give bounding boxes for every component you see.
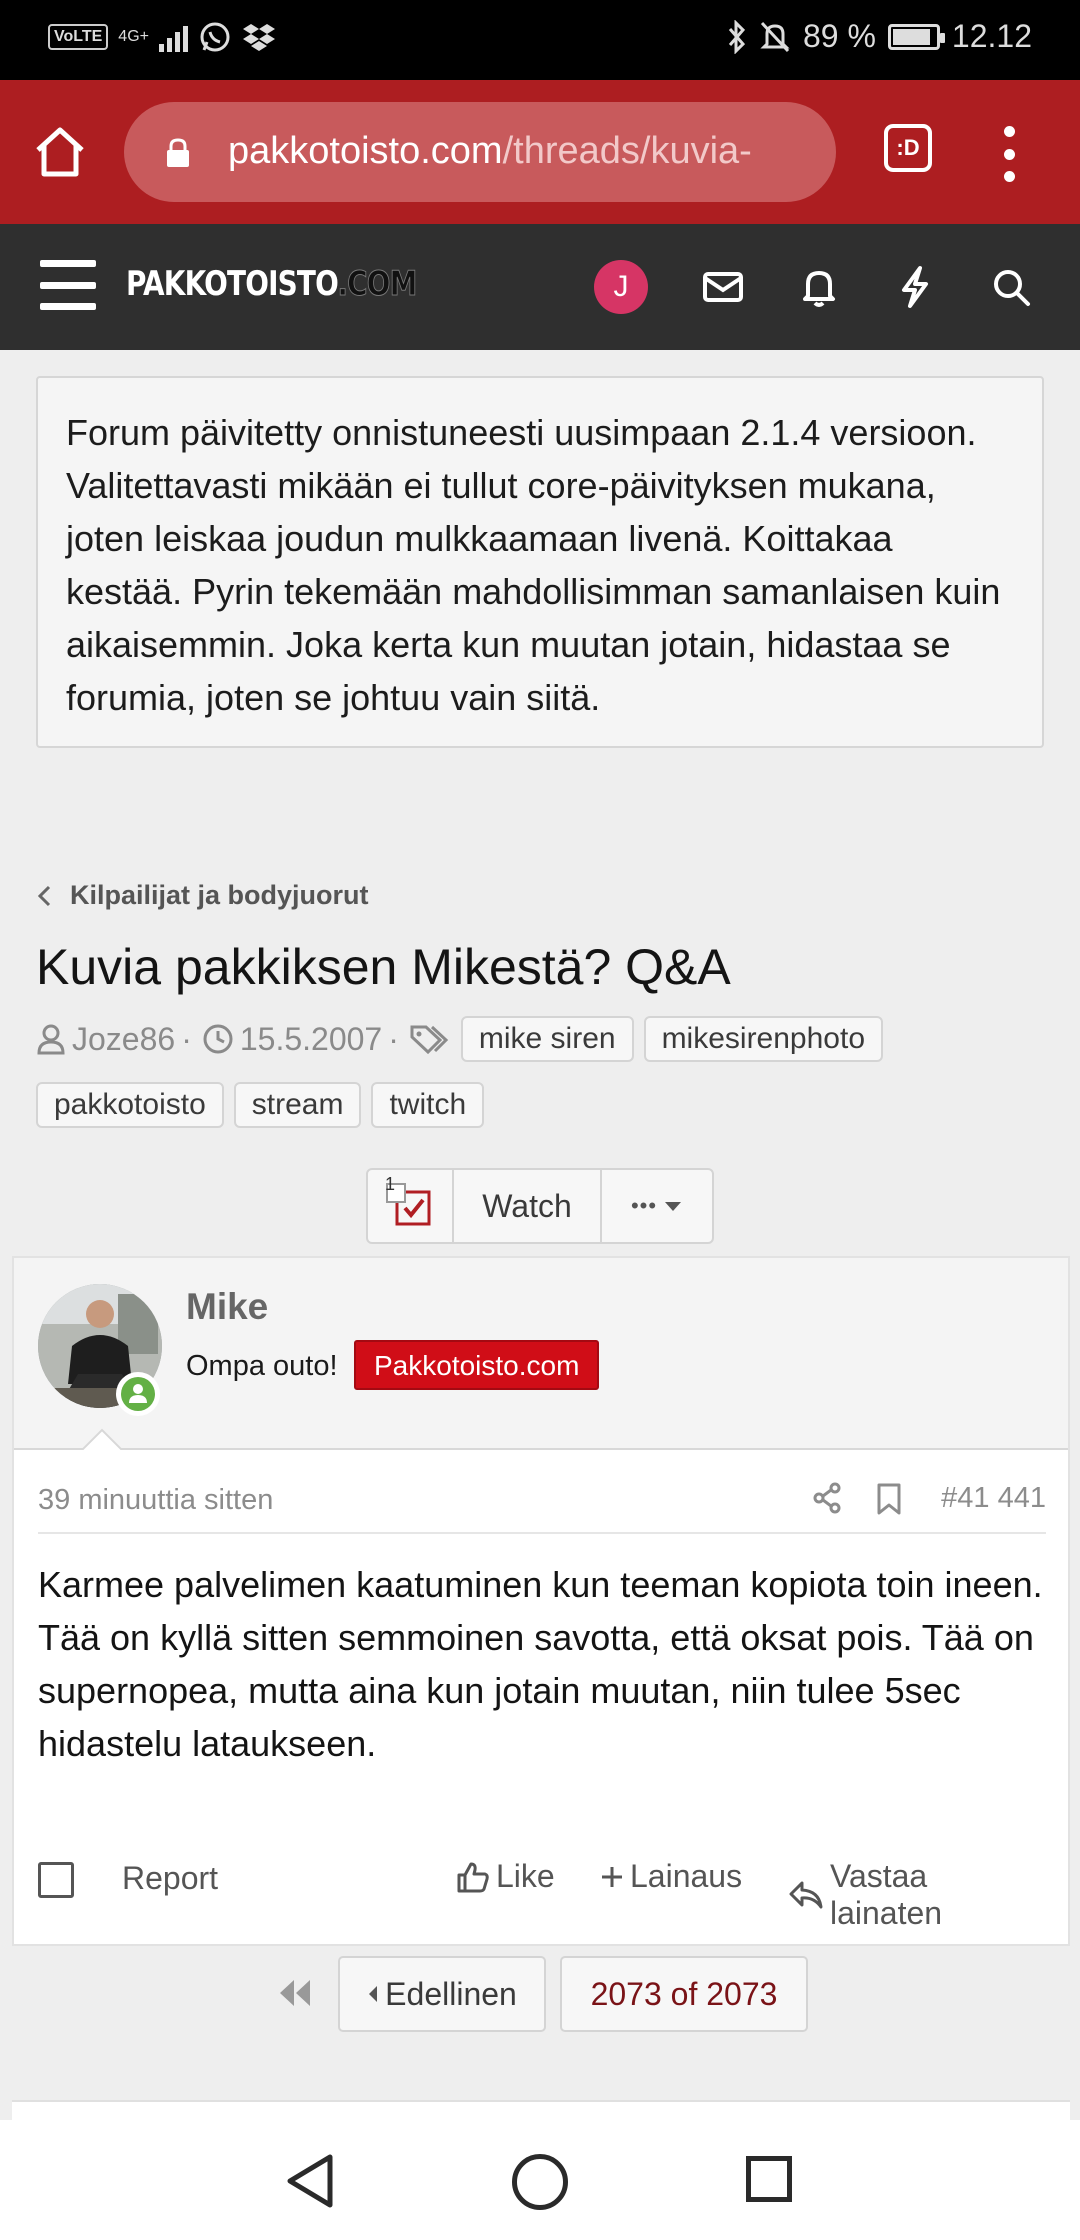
home-circle-icon[interactable] xyxy=(512,2154,568,2210)
network-type: 4G+ xyxy=(118,28,149,45)
recent-apps-icon[interactable] xyxy=(746,2156,792,2202)
prev-page-button[interactable]: Edellinen xyxy=(338,1956,546,2032)
post-body: Karmee palvelimen kaatuminen kun teeman … xyxy=(38,1564,1043,1764)
battery-fill xyxy=(892,28,930,45)
address-bar[interactable]: pakkotoisto.com/threads/kuvia- xyxy=(124,102,836,202)
bell-icon[interactable] xyxy=(794,262,844,312)
thread-title: Kuvia pakkiksen Mikestä? Q&A xyxy=(36,939,731,995)
prev-label: Edellinen xyxy=(385,1975,517,2012)
tags-icon xyxy=(410,1025,449,1055)
tag-link[interactable]: twitch xyxy=(371,1082,485,1128)
post-footer: Report Like Lainaus Vastaa lainaten xyxy=(38,1848,1048,1931)
lightning-icon[interactable] xyxy=(890,262,940,312)
bluetooth-icon xyxy=(728,19,746,54)
tag-link[interactable]: stream xyxy=(233,1082,362,1128)
hamburger-menu-icon[interactable] xyxy=(40,260,96,310)
watch-button[interactable]: Watch xyxy=(454,1170,602,1242)
chevron-left-icon xyxy=(37,885,51,906)
select-checkbox[interactable] xyxy=(38,1862,74,1898)
url-domain: pakkotoisto.com xyxy=(228,130,503,172)
back-icon[interactable] xyxy=(282,2152,338,2210)
post: Mike Ompa outo! Pakkotoisto.com 39 minuu… xyxy=(12,1256,1070,1946)
tab-switcher-button[interactable]: :D xyxy=(884,124,932,172)
whatsapp-icon xyxy=(200,22,230,52)
more-dots: ••• xyxy=(630,1193,658,1218)
clock: 12.12 xyxy=(951,18,1032,54)
plus-icon xyxy=(602,1866,622,1887)
date-meta: 15.5.2007 · xyxy=(202,1021,399,1058)
lock-icon xyxy=(167,138,189,167)
search-icon[interactable] xyxy=(986,262,1036,312)
status-right: 89 % 12.12 xyxy=(727,18,1032,55)
pagination: Edellinen 2073 of 2073 xyxy=(0,1956,1080,2032)
signal-icon xyxy=(158,22,188,52)
user-icon xyxy=(37,1024,65,1055)
user-avatar-button[interactable]: J xyxy=(594,260,648,314)
first-page-icon[interactable] xyxy=(276,1978,314,2008)
mark-read-button[interactable]: 1 xyxy=(368,1170,454,1242)
reply-quote-button[interactable]: Vastaa lainaten xyxy=(788,1858,1048,1932)
author-meta: Joze86 · xyxy=(36,1021,192,1058)
breadcrumb-link[interactable]: Kilpailijat ja bodyjuorut xyxy=(70,880,369,911)
tag-link[interactable]: mikesirenphoto xyxy=(643,1016,883,1062)
bookmark-icon[interactable] xyxy=(876,1482,902,1516)
user-banner: Pakkotoisto.com xyxy=(354,1340,600,1390)
post-username[interactable]: Mike xyxy=(186,1286,268,1328)
logo-suffix: .COM xyxy=(337,264,418,305)
post-time[interactable]: 39 minuuttia sitten xyxy=(38,1484,273,1517)
volte-indicator: VoLTE xyxy=(48,24,109,50)
thread-meta: Joze86 · 15.5.2007 · mike siren mikesirenp… xyxy=(36,1016,1046,1128)
post-number[interactable]: #41 441 xyxy=(941,1482,1046,1515)
post-meta: 39 minuuttia sitten #41 441 xyxy=(38,1480,1046,1534)
post-arrow xyxy=(80,1428,124,1452)
battery-percent: 89 % xyxy=(802,18,876,54)
url-text: pakkotoisto.com/threads/kuvia- xyxy=(228,130,818,173)
mail-icon[interactable] xyxy=(698,262,748,312)
online-status-icon xyxy=(121,1377,155,1411)
forum-notice: Forum päivitetty onnistuneesti uusimpaan… xyxy=(36,376,1044,748)
clock-icon xyxy=(203,1024,233,1054)
like-button[interactable]: Like xyxy=(456,1858,555,1895)
next-block-edge xyxy=(12,2100,1070,2120)
system-nav-bar xyxy=(0,2120,1080,2240)
status-left: VoLTE 4G+ xyxy=(48,20,276,54)
thread-date[interactable]: 15.5.2007 xyxy=(240,1021,382,1058)
breadcrumb[interactable]: Kilpailijat ja bodyjuorut xyxy=(36,880,369,911)
like-label: Like xyxy=(496,1858,555,1894)
more-options-button[interactable]: ••• xyxy=(602,1170,712,1242)
caret-down-icon xyxy=(665,1202,682,1211)
url-path: /threads/kuvia- xyxy=(502,130,752,172)
user-title: Ompa outo! xyxy=(186,1350,338,1382)
reply-label: Vastaa lainaten xyxy=(829,1858,943,1931)
post-user-block: Mike Ompa outo! Pakkotoisto.com xyxy=(14,1258,1068,1452)
site-header: PAKKOTOISTO.COM J xyxy=(0,224,1080,350)
site-logo[interactable]: PAKKOTOISTO.COM xyxy=(126,264,418,305)
tag-link[interactable]: mike siren xyxy=(460,1016,634,1062)
share-icon[interactable] xyxy=(812,1482,842,1514)
thread-author[interactable]: Joze86 xyxy=(72,1021,175,1058)
status-bar: VoLTE 4G+ 89 % 12.12 xyxy=(0,0,1080,80)
thread-actions: 1 Watch ••• xyxy=(366,1168,714,1244)
online-indicator xyxy=(116,1372,160,1416)
quote-button[interactable]: Lainaus xyxy=(600,1858,742,1895)
quote-label: Lainaus xyxy=(630,1858,743,1894)
thumbs-up-icon xyxy=(457,1862,489,1892)
logo-main: PAKKOTOISTO xyxy=(126,264,338,304)
reply-icon xyxy=(789,1881,823,1909)
tag-link[interactable]: pakkotoisto xyxy=(36,1082,224,1128)
page-jump-button[interactable]: 2073 of 2073 xyxy=(560,1956,808,2032)
report-link[interactable]: Report xyxy=(122,1860,218,1897)
action-badge: 1 xyxy=(385,1174,396,1194)
mute-icon xyxy=(760,21,790,52)
browser-toolbar: pakkotoisto.com/threads/kuvia- :D xyxy=(0,80,1080,224)
battery-icon xyxy=(887,23,945,50)
home-icon[interactable] xyxy=(30,122,90,182)
dropbox-icon xyxy=(242,24,275,51)
browser-menu-icon[interactable] xyxy=(995,126,1023,182)
caret-left-icon xyxy=(369,1986,378,2002)
